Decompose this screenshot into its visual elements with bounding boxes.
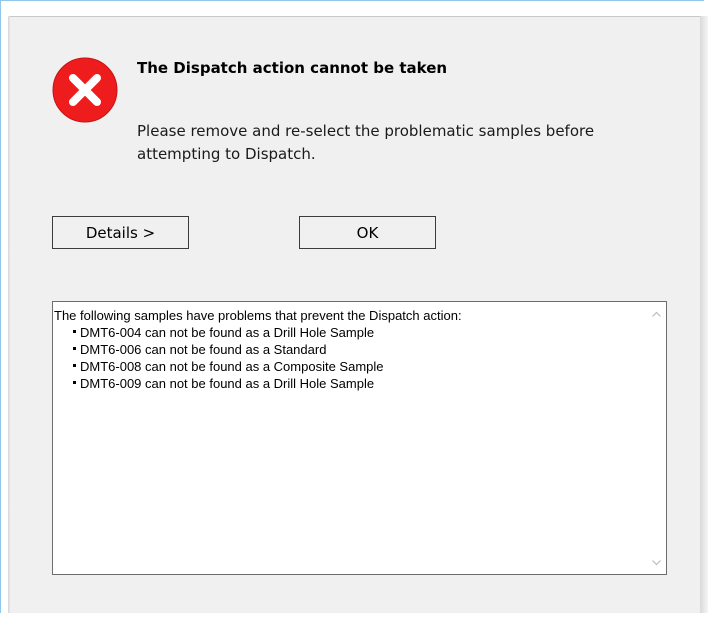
screenshot-frame: The Dispatch action cannot be taken Plea… [0,0,714,621]
list-item: DMT6-009 can not be found as a Drill Hol… [54,375,644,392]
bullet-icon [73,364,76,367]
vertical-scrollbar[interactable] [647,302,666,574]
bullet-icon [73,330,76,333]
details-intro: The following samples have problems that… [54,308,462,323]
details-textbox[interactable]: The following samples have problems that… [52,301,667,575]
bullet-icon [73,381,76,384]
scroll-down-icon[interactable] [651,557,662,568]
details-text: The following samples have problems that… [54,307,644,392]
sample-problem: DMT6-004 can not be found as a Drill Hol… [80,325,375,340]
list-item: DMT6-006 can not be found as a Standard [54,341,644,358]
dialog-heading: The Dispatch action cannot be taken [137,59,448,77]
list-item: DMT6-008 can not be found as a Composite… [54,358,644,375]
list-item: DMT6-004 can not be found as a Drill Hol… [54,324,644,341]
sample-problem: DMT6-009 can not be found as a Drill Hol… [80,376,375,391]
dialog-message: Please remove and re-select the problema… [137,122,595,163]
dialog-right-shadow [700,16,708,613]
bullet-icon [73,347,76,350]
sample-problem: DMT6-006 can not be found as a Standard [80,342,327,357]
sample-problem: DMT6-008 can not be found as a Composite… [80,359,384,374]
ok-button[interactable]: OK [299,216,436,249]
scroll-up-icon[interactable] [651,309,662,320]
details-button[interactable]: Details > [52,216,189,249]
error-icon [52,57,118,123]
